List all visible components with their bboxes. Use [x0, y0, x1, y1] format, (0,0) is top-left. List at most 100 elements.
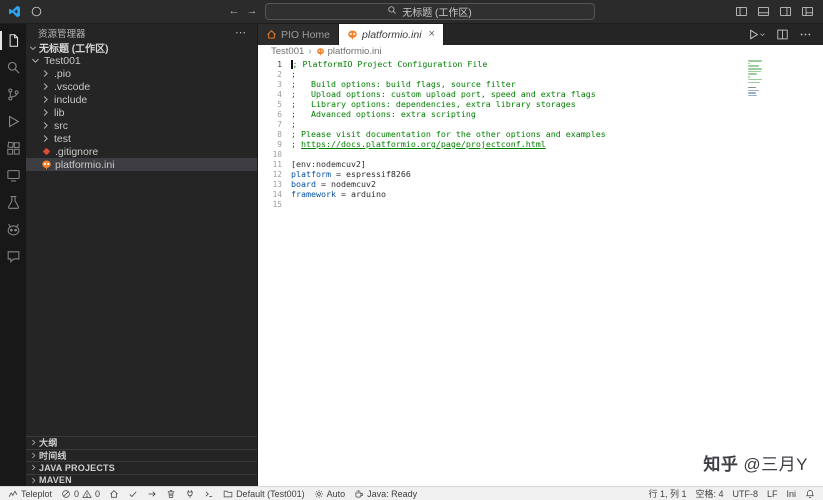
line-number: 8	[258, 130, 291, 139]
line-content: framework = arduino	[291, 189, 386, 199]
debug-icon	[6, 114, 21, 129]
code-link[interactable]: https://docs.platformio.org/page/project…	[301, 139, 546, 149]
status-pio-serial-monitor[interactable]	[185, 489, 195, 499]
trash-icon	[166, 489, 176, 499]
sidebar-title: 资源管理器	[38, 26, 86, 40]
watermark-handle: @三月Y	[743, 455, 808, 474]
tree-item-label: platformio.ini	[55, 159, 115, 171]
activity-explorer[interactable]	[0, 27, 26, 54]
line-content: ;	[291, 69, 296, 79]
activity-chat[interactable]	[0, 243, 26, 270]
activity-remote-explorer[interactable]	[0, 162, 26, 189]
activity-source-control[interactable]	[0, 81, 26, 108]
workbench: 资源管理器 ⋯ 无标题 (工作区) Test001.pio.vscodeincl…	[0, 24, 823, 486]
section-java-projects[interactable]: JAVA PROJECTS	[26, 461, 257, 474]
code-line: 8; Please visit documentation for the ot…	[258, 129, 823, 139]
status-pio-clean[interactable]	[166, 489, 176, 499]
graph-icon	[8, 489, 18, 499]
breadcrumb-item[interactable]: Test001	[271, 46, 304, 57]
status-notifications[interactable]	[805, 489, 815, 499]
workspace-section-header[interactable]: 无标题 (工作区)	[26, 41, 257, 54]
status-pio-home[interactable]	[109, 489, 119, 499]
editor-action-more-actions[interactable]	[799, 28, 812, 41]
tree-item-label: .vscode	[54, 81, 90, 93]
chevron-right-icon	[29, 476, 38, 485]
status-pio-port[interactable]: Auto	[314, 489, 346, 499]
line-number: 10	[258, 150, 291, 159]
tree-item-src[interactable]: src	[26, 119, 257, 132]
alien-icon	[316, 47, 325, 56]
status-encoding[interactable]: UTF-8	[732, 489, 758, 499]
title-bar-right	[735, 5, 823, 18]
toggle-panel-icon[interactable]	[757, 5, 770, 18]
code-line: 14framework = arduino	[258, 189, 823, 199]
command-center-search[interactable]: 无标题 (工作区)	[265, 3, 595, 20]
code-line: 2;	[258, 69, 823, 79]
status-indentation[interactable]: 空格: 4	[695, 487, 723, 500]
code-editor[interactable]: 1; PlatformIO Project Configuration File…	[258, 58, 823, 486]
testing-icon	[6, 195, 21, 210]
editor-action-run-file[interactable]	[747, 28, 766, 41]
command-center-label: 无标题 (工作区)	[402, 4, 471, 19]
bell-icon	[805, 489, 815, 499]
account-icon[interactable]	[30, 5, 43, 18]
activity-search[interactable]	[0, 54, 26, 81]
nav-back-icon[interactable]: ←	[229, 6, 240, 17]
tree-item-test001[interactable]: Test001	[26, 54, 257, 67]
activity-testing[interactable]	[0, 189, 26, 216]
search-icon	[6, 60, 21, 75]
section-maven[interactable]: MAVEN	[26, 474, 257, 487]
toggle-secondary-sidebar-icon[interactable]	[779, 5, 792, 18]
status-teleplot[interactable]: Teleplot	[8, 489, 52, 499]
line-content: ;	[291, 119, 296, 129]
breadcrumb-item[interactable]: platformio.ini	[316, 46, 382, 57]
toggle-primary-sidebar-icon[interactable]	[735, 5, 748, 18]
status-pio-project-env[interactable]: Default (Test001)	[223, 489, 305, 499]
tree-item-lib[interactable]: lib	[26, 106, 257, 119]
nav-forward-icon[interactable]: →	[247, 6, 258, 17]
status-java-status[interactable]: Java: Ready	[354, 489, 417, 499]
chevron-down-icon	[28, 43, 38, 53]
activity-run-debug[interactable]	[0, 108, 26, 135]
tree-item-vscode[interactable]: .vscode	[26, 80, 257, 93]
tab-pio-home[interactable]: PIO Home	[258, 24, 339, 45]
chevron-right-icon	[40, 94, 51, 105]
tree-item-test[interactable]: test	[26, 132, 257, 145]
code-line: 1; PlatformIO Project Configuration File	[258, 59, 823, 69]
code-line: 7;	[258, 119, 823, 129]
coffee-icon	[354, 489, 364, 499]
status-bar-left: Teleplot 00 Default (Test001) Auto Java: Rea…	[8, 487, 417, 500]
customize-layout-icon[interactable]	[801, 5, 814, 18]
extensions-icon	[6, 141, 21, 156]
status-problems[interactable]: 00	[61, 489, 100, 499]
code-line: 3; Build options: build flags, source fi…	[258, 79, 823, 89]
tree-item-platformio-ini[interactable]: platformio.ini	[26, 158, 257, 171]
activity-extensions[interactable]	[0, 135, 26, 162]
line-number: 12	[258, 170, 291, 179]
close-icon[interactable]: ×	[429, 29, 435, 40]
section-item[interactable]: 时间线	[26, 449, 257, 462]
status-pio-build[interactable]	[128, 489, 138, 499]
status-pio-terminal[interactable]	[204, 489, 214, 499]
tab-platformio-ini[interactable]: platformio.ini×	[339, 24, 444, 45]
platformio-icon	[6, 222, 21, 237]
minimap[interactable]	[748, 60, 765, 96]
tree-item-pio[interactable]: .pio	[26, 67, 257, 80]
status-eol[interactable]: LF	[767, 489, 778, 499]
chevron-right-icon	[29, 438, 38, 447]
check-icon	[128, 489, 138, 499]
tree-item-include[interactable]: include	[26, 93, 257, 106]
error-icon	[61, 489, 71, 499]
editor-action-split-editor[interactable]	[776, 28, 789, 41]
more-actions-icon[interactable]: ⋯	[235, 26, 247, 39]
code-line: 5; Library options: dependencies, extra …	[258, 99, 823, 109]
breadcrumb: Test001›platformio.ini	[258, 45, 823, 58]
status-pio-upload[interactable]	[147, 489, 157, 499]
line-number: 5	[258, 100, 291, 109]
tree-item-gitignore[interactable]: .gitignore	[26, 145, 257, 158]
section-item[interactable]: 大纲	[26, 436, 257, 449]
status-cursor-position[interactable]: 行 1, 列 1	[648, 487, 686, 500]
activity-platformio[interactable]	[0, 216, 26, 243]
section-label: JAVA PROJECTS	[39, 463, 115, 473]
status-language-mode[interactable]: Ini	[786, 489, 796, 499]
